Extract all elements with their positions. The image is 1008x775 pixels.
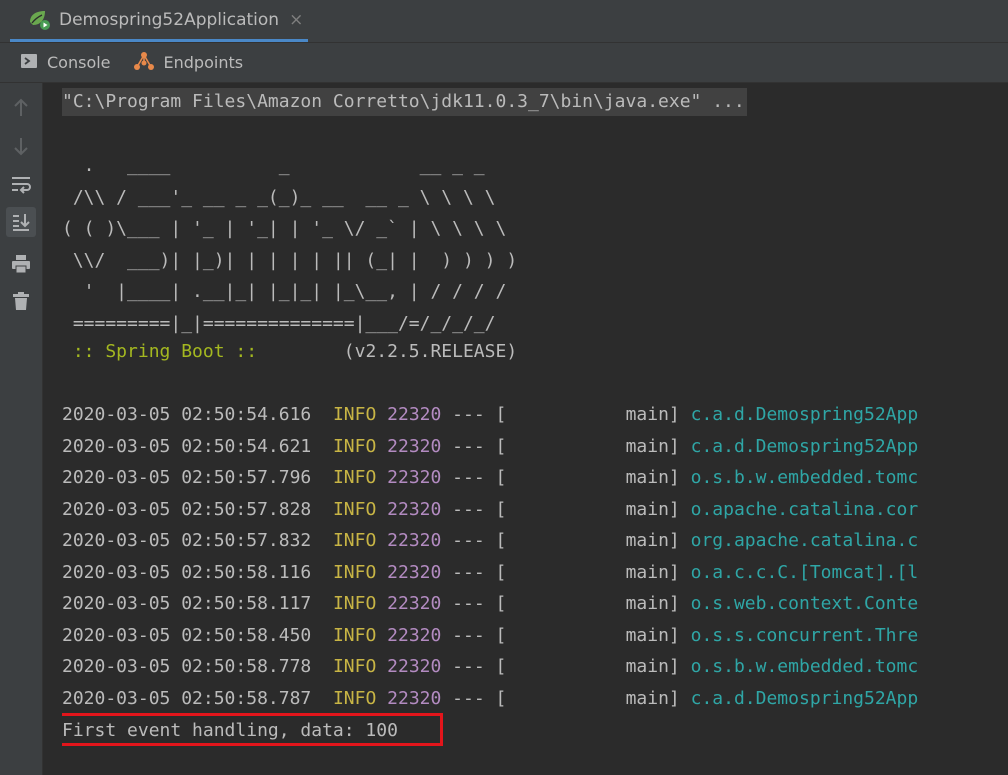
- log-level: INFO: [332, 404, 377, 425]
- log-level: INFO: [332, 498, 377, 520]
- log-thread: [ main]: [495, 530, 680, 551]
- log-separator: ---: [452, 404, 485, 425]
- log-thread: [ main]: [495, 435, 680, 457]
- log-logger: o.a.c.c.C.[Tomcat].[l: [690, 561, 919, 583]
- log-pid: 22320: [387, 656, 442, 677]
- spring-ascii-banner: . ____ _ __ _ _ /\\ / ___'_ __ _ _(_)_ _…: [62, 155, 518, 334]
- log-timestamp: 2020-03-05 02:50:58.778: [62, 656, 312, 677]
- log-pid: 22320: [387, 467, 442, 488]
- log-level: INFO: [332, 530, 377, 551]
- log-line: 2020-03-05 02:50:54.621 INFO 22320 --- […: [62, 431, 918, 463]
- log-thread: [ main]: [495, 687, 680, 709]
- log-pid: 22320: [387, 435, 442, 457]
- log-pid: 22320: [387, 687, 442, 709]
- log-line: 2020-03-05 02:50:57.828 INFO 22320 --- […: [62, 494, 918, 526]
- log-timestamp: 2020-03-05 02:50:57.796: [62, 467, 312, 488]
- console-output[interactable]: "C:\Program Files\Amazon Corretto\jdk11.…: [62, 83, 1008, 775]
- log-thread: [ main]: [495, 404, 680, 425]
- log-timestamp: 2020-03-05 02:50:58.116: [62, 561, 312, 583]
- log-logger: o.s.b.w.embedded.tomc: [690, 656, 919, 677]
- log-pid: 22320: [387, 530, 442, 551]
- log-logger: o.apache.catalina.cor: [690, 498, 919, 520]
- spring-boot-label: :: Spring Boot ::: [62, 341, 268, 362]
- log-timestamp: 2020-03-05 02:50:57.832: [62, 530, 312, 551]
- log-pid: 22320: [387, 404, 442, 425]
- log-line: 2020-03-05 02:50:54.616 INFO 22320 --- […: [62, 399, 918, 431]
- endpoints-icon: [133, 50, 155, 76]
- log-separator: ---: [452, 467, 485, 488]
- log-thread: [ main]: [495, 561, 680, 583]
- run-tab-bar: Demospring52Application ×: [0, 0, 1008, 43]
- log-separator: ---: [452, 656, 485, 677]
- log-logger: c.a.d.Demospring52App: [690, 435, 919, 457]
- log-timestamp: 2020-03-05 02:50:57.828: [62, 498, 312, 520]
- tab-endpoints-label: Endpoints: [163, 53, 244, 72]
- tab-endpoints[interactable]: Endpoints: [133, 43, 244, 82]
- log-pid: 22320: [387, 593, 442, 614]
- log-logger: org.apache.catalina.c: [690, 530, 919, 551]
- log-pid: 22320: [387, 561, 442, 583]
- log-pid: 22320: [387, 498, 442, 520]
- java-command-line: "C:\Program Files\Amazon Corretto\jdk11.…: [62, 88, 747, 116]
- log-separator: ---: [452, 530, 485, 551]
- spring-boot-version-line: :: Spring Boot :: (v2.2.5.RELEASE): [62, 336, 517, 368]
- log-level: INFO: [332, 687, 377, 709]
- spring-boot-version: (v2.2.5.RELEASE): [267, 341, 518, 362]
- soft-wrap-icon[interactable]: [6, 170, 36, 200]
- scroll-to-end-icon[interactable]: [6, 207, 36, 237]
- print-icon[interactable]: [6, 249, 36, 279]
- close-icon[interactable]: ×: [289, 10, 303, 30]
- log-line: 2020-03-05 02:50:58.116 INFO 22320 --- […: [62, 557, 918, 589]
- tab-console[interactable]: Console: [20, 43, 111, 82]
- log-level: INFO: [332, 435, 377, 457]
- event-output-line: First event handling, data: 100: [62, 720, 398, 741]
- log-separator: ---: [452, 687, 485, 709]
- log-level: INFO: [332, 467, 377, 488]
- log-separator: ---: [452, 593, 485, 614]
- log-separator: ---: [452, 435, 485, 457]
- log-level: INFO: [332, 561, 377, 583]
- log-thread: [ main]: [495, 624, 680, 646]
- log-separator: ---: [452, 624, 485, 646]
- log-line: 2020-03-05 02:50:58.778 INFO 22320 --- […: [62, 651, 918, 683]
- console-side-toolbar: [0, 83, 43, 775]
- log-thread: [ main]: [495, 656, 680, 677]
- log-separator: ---: [452, 561, 485, 583]
- log-timestamp: 2020-03-05 02:50:58.117: [62, 593, 312, 614]
- log-level: INFO: [332, 593, 377, 614]
- log-separator: ---: [452, 498, 485, 520]
- log-logger: c.a.d.Demospring52App: [690, 404, 919, 425]
- log-logger: c.a.d.Demospring52App: [690, 687, 919, 709]
- log-thread: [ main]: [495, 467, 680, 488]
- log-thread: [ main]: [495, 498, 680, 520]
- log-lines: 2020-03-05 02:50:54.616 INFO 22320 --- […: [62, 399, 918, 714]
- log-line: 2020-03-05 02:50:58.787 INFO 22320 --- […: [62, 683, 918, 715]
- log-level: INFO: [332, 624, 377, 646]
- console-icon: [20, 53, 38, 73]
- log-thread: [ main]: [495, 593, 680, 614]
- log-timestamp: 2020-03-05 02:50:54.621: [62, 435, 312, 457]
- log-line: 2020-03-05 02:50:57.832 INFO 22320 --- […: [62, 525, 918, 557]
- spring-run-icon: [28, 9, 52, 31]
- trash-icon[interactable]: [6, 286, 36, 316]
- tab-console-label: Console: [47, 53, 111, 72]
- log-timestamp: 2020-03-05 02:50:58.450: [62, 624, 312, 646]
- log-logger: o.s.web.context.Conte: [690, 593, 919, 614]
- run-tab-demospring52[interactable]: Demospring52Application ×: [10, 0, 308, 42]
- up-arrow-icon[interactable]: [6, 93, 36, 123]
- console-toolbar: Console Endpoints: [0, 43, 1008, 83]
- log-timestamp: 2020-03-05 02:50:58.787: [62, 687, 312, 709]
- log-logger: o.s.s.concurrent.Thre: [690, 624, 919, 646]
- log-pid: 22320: [387, 624, 442, 646]
- run-tab-title: Demospring52Application: [59, 9, 280, 30]
- log-level: INFO: [332, 656, 377, 677]
- log-timestamp: 2020-03-05 02:50:54.616: [62, 404, 312, 425]
- log-line: 2020-03-05 02:50:58.117 INFO 22320 --- […: [62, 588, 918, 620]
- log-line: 2020-03-05 02:50:58.450 INFO 22320 --- […: [62, 620, 918, 652]
- log-line: 2020-03-05 02:50:57.796 INFO 22320 --- […: [62, 462, 918, 494]
- log-logger: o.s.b.w.embedded.tomc: [690, 467, 919, 488]
- down-arrow-icon[interactable]: [6, 131, 36, 161]
